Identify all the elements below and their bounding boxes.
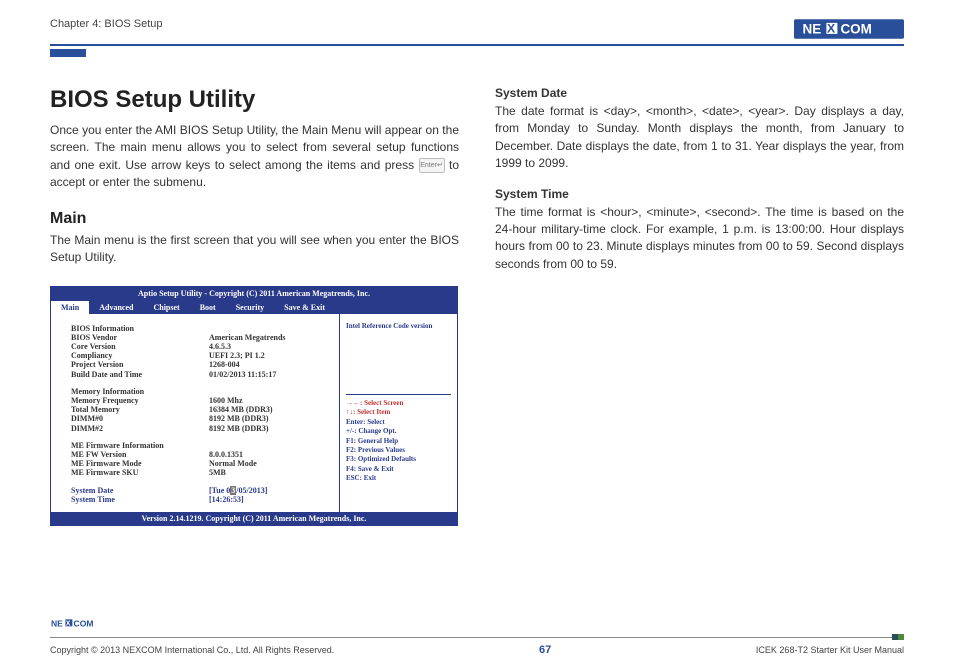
header-tab-accent bbox=[50, 49, 86, 57]
bios-tab-main[interactable]: Main bbox=[51, 301, 89, 314]
intro-text-a: Once you enter the AMI BIOS Setup Utilit… bbox=[50, 123, 459, 172]
footer-product: ICEK 268-T2 Starter Kit User Manual bbox=[756, 645, 904, 655]
main-paragraph: The Main menu is the first screen that y… bbox=[50, 232, 459, 267]
bios-value: 8192 MB (DDR3) bbox=[209, 424, 331, 433]
bios-help-line: ESC: Exit bbox=[346, 474, 451, 483]
bios-system-time-value[interactable]: [14:26:53] bbox=[209, 495, 331, 504]
footer-accent-square bbox=[898, 634, 904, 640]
bios-system-date-label[interactable]: System Date bbox=[71, 486, 209, 495]
bios-label: Memory Frequency bbox=[71, 396, 209, 405]
footer-copyright: Copyright © 2013 NEXCOM International Co… bbox=[50, 645, 334, 655]
bios-label: Memory Information bbox=[71, 387, 209, 396]
bios-value: 1268-004 bbox=[209, 360, 331, 369]
system-time-heading: System Time bbox=[495, 187, 904, 201]
system-date-paragraph: The date format is <day>, <month>, <date… bbox=[495, 103, 904, 173]
page-title: BIOS Setup Utility bbox=[50, 86, 459, 114]
bios-tab-chipset[interactable]: Chipset bbox=[143, 301, 189, 314]
bios-value: Normal Mode bbox=[209, 459, 331, 468]
bios-help-panel: Intel Reference Code version →←: Select … bbox=[339, 314, 457, 512]
bios-label: Build Date and Time bbox=[71, 370, 209, 379]
bios-value: 8192 MB (DDR3) bbox=[209, 414, 331, 423]
bios-help-line: F2: Previous Values bbox=[346, 446, 451, 455]
bios-system-time-label[interactable]: System Time bbox=[71, 495, 209, 504]
bios-label: ME Firmware SKU bbox=[71, 468, 209, 477]
bios-value: 16384 MB (DDR3) bbox=[209, 405, 331, 414]
system-time-paragraph: The time format is <hour>, <minute>, <se… bbox=[495, 204, 904, 274]
bios-value: 1600 Mhz bbox=[209, 396, 331, 405]
bios-label: Compliancy bbox=[71, 351, 209, 360]
bios-tab-advanced[interactable]: Advanced bbox=[89, 301, 143, 314]
svg-text:X: X bbox=[66, 621, 71, 628]
bios-value: UEFI 2.3; PI 1.2 bbox=[209, 351, 331, 360]
bios-tab-boot[interactable]: Boot bbox=[190, 301, 226, 314]
bios-label: Project Version bbox=[71, 360, 209, 369]
nexcom-logo: NE X COM bbox=[794, 18, 904, 40]
bios-value: 8.0.0.1351 bbox=[209, 450, 331, 459]
bios-help-line: Enter: Select bbox=[346, 418, 451, 427]
footer-rule bbox=[50, 637, 892, 638]
bios-value: 01/02/2013 11:15:17 bbox=[209, 370, 331, 379]
bios-help-line: F3: Optimized Defaults bbox=[346, 455, 451, 464]
bios-help-line: F4: Save & Exit bbox=[346, 465, 451, 474]
page-number: 67 bbox=[539, 644, 551, 656]
bios-help-line: ↑↓: Select Item bbox=[346, 408, 451, 417]
svg-text:NE: NE bbox=[51, 618, 63, 628]
bios-value bbox=[209, 324, 331, 333]
bios-label: BIOS Information bbox=[71, 324, 209, 333]
bios-value bbox=[209, 387, 331, 396]
bios-label: ME Firmware Information bbox=[71, 441, 209, 450]
intro-paragraph: Once you enter the AMI BIOS Setup Utilit… bbox=[50, 122, 459, 192]
bios-help-line: +/-: Change Opt. bbox=[346, 427, 451, 436]
bios-system-date-value[interactable]: [Tue 03/05/2013] bbox=[209, 486, 331, 495]
bios-label: DIMM#2 bbox=[71, 424, 209, 433]
svg-text:NE: NE bbox=[803, 21, 822, 36]
bios-label: DIMM#0 bbox=[71, 414, 209, 423]
bios-value: 4.6.5.3 bbox=[209, 342, 331, 351]
enter-key-icon: Enter↵ bbox=[419, 158, 445, 173]
nexcom-footer-logo: NEXCOM bbox=[50, 617, 904, 634]
bios-label: ME Firmware Mode bbox=[71, 459, 209, 468]
bios-value bbox=[209, 441, 331, 450]
bios-tab-security[interactable]: Security bbox=[226, 301, 274, 314]
svg-text:COM: COM bbox=[840, 21, 871, 36]
chapter-label: Chapter 4: BIOS Setup bbox=[50, 18, 163, 30]
bios-help-topic: Intel Reference Code version bbox=[346, 322, 451, 330]
bios-help-line: →←: Select Screen bbox=[346, 399, 451, 408]
bios-label: Core Version bbox=[71, 342, 209, 351]
bios-screenshot: Aptio Setup Utility - Copyright (C) 2011… bbox=[50, 286, 458, 526]
svg-text:X: X bbox=[827, 22, 836, 36]
system-date-heading: System Date bbox=[495, 86, 904, 100]
bios-footer-bar: Version 2.14.1219. Copyright (C) 2011 Am… bbox=[51, 512, 457, 525]
bios-title-bar: Aptio Setup Utility - Copyright (C) 2011… bbox=[51, 287, 457, 300]
bios-value: 5MB bbox=[209, 468, 331, 477]
bios-help-line: F1: General Help bbox=[346, 437, 451, 446]
main-heading: Main bbox=[50, 210, 459, 228]
bios-label: Total Memory bbox=[71, 405, 209, 414]
bios-tab-save-exit[interactable]: Save & Exit bbox=[274, 301, 335, 314]
svg-text:COM: COM bbox=[74, 618, 94, 628]
bios-label: BIOS Vendor bbox=[71, 333, 209, 342]
bios-label: ME FW Version bbox=[71, 450, 209, 459]
bios-tab-bar: Main Advanced Chipset Boot Security Save… bbox=[51, 301, 457, 314]
bios-main-panel: BIOS Information BIOS VendorAmerican Meg… bbox=[51, 314, 339, 512]
bios-value: American Megatrends bbox=[209, 333, 331, 342]
header-rule bbox=[50, 44, 904, 46]
